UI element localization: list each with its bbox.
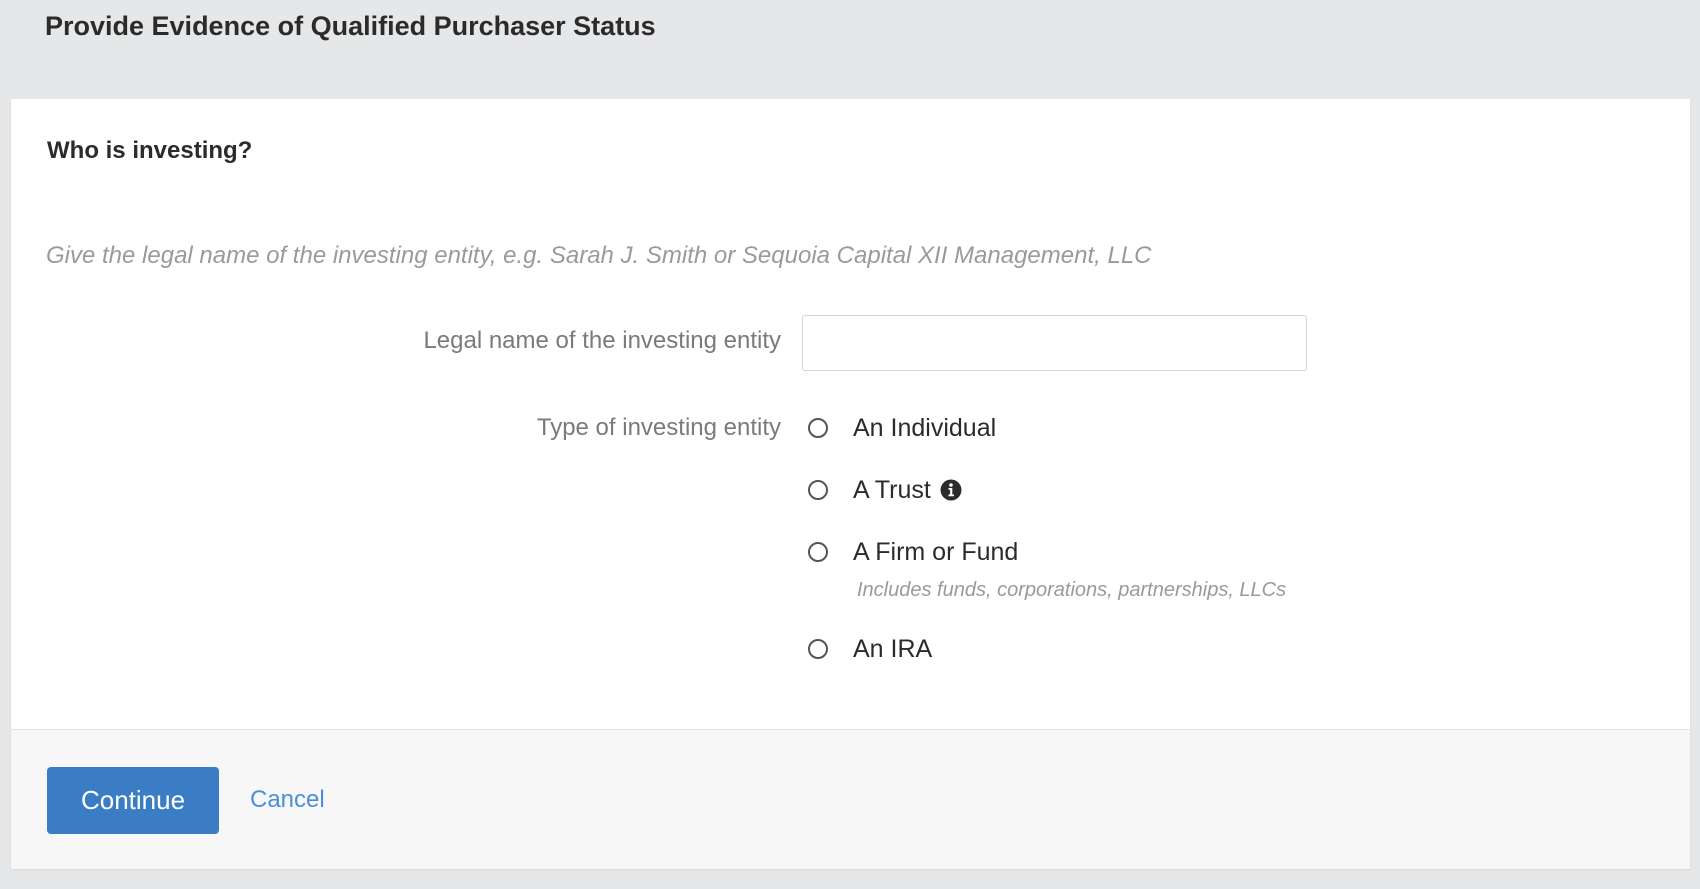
radio-option-trust[interactable]: A Trust bbox=[808, 473, 962, 507]
form-footer: Continue Cancel bbox=[11, 729, 1690, 869]
radio-label-individual[interactable]: An Individual bbox=[853, 411, 996, 445]
cancel-link[interactable]: Cancel bbox=[250, 783, 325, 817]
page-title: Provide Evidence of Qualified Purchaser … bbox=[45, 11, 656, 41]
form-card: Who is investing? Give the legal name of… bbox=[11, 99, 1690, 869]
radio-button-ira[interactable] bbox=[808, 639, 828, 659]
legal-name-hint: Give the legal name of the investing ent… bbox=[46, 242, 1152, 269]
entity-type-label: Type of investing entity bbox=[536, 414, 781, 441]
radio-label-trust[interactable]: A Trust bbox=[853, 473, 931, 507]
radio-button-trust[interactable] bbox=[808, 480, 828, 500]
radio-option-firm-or-fund[interactable]: A Firm or Fund bbox=[808, 535, 1018, 569]
radio-button-individual[interactable] bbox=[808, 418, 828, 438]
radio-button-firm-or-fund[interactable] bbox=[808, 542, 828, 562]
form-body: Who is investing? Give the legal name of… bbox=[11, 99, 1690, 729]
info-icon[interactable] bbox=[940, 479, 962, 501]
radio-option-ira[interactable]: An IRA bbox=[808, 632, 932, 666]
legal-name-label: Legal name of the investing entity bbox=[423, 327, 781, 354]
section-heading: Who is investing? bbox=[47, 137, 253, 164]
firm-or-fund-description: Includes funds, corporations, partnershi… bbox=[857, 579, 1287, 601]
continue-button[interactable]: Continue bbox=[47, 767, 219, 834]
radio-label-firm-or-fund[interactable]: A Firm or Fund bbox=[853, 535, 1018, 569]
legal-name-input[interactable] bbox=[802, 315, 1307, 371]
radio-label-ira[interactable]: An IRA bbox=[853, 632, 932, 666]
radio-option-individual[interactable]: An Individual bbox=[808, 411, 996, 445]
